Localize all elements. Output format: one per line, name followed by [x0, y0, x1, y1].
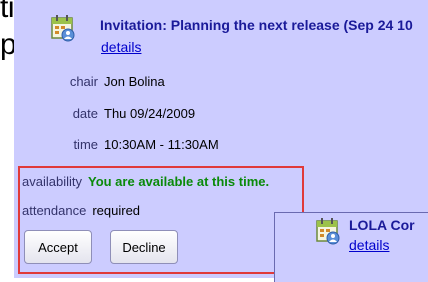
event-title: Invitation: Planning the next release (S…	[100, 17, 413, 33]
availability-label: availability	[22, 174, 82, 189]
attendance-label: attendance	[22, 203, 87, 218]
date-value: Thu 09/24/2009	[104, 106, 196, 121]
calendar-icon	[51, 15, 75, 42]
chair-row: chair Jon Bolina	[28, 74, 165, 89]
calendar-icon	[316, 218, 340, 245]
accept-button[interactable]: Accept	[24, 230, 92, 264]
date-label: date	[72, 106, 98, 121]
availability-value: You are available at this time.	[87, 174, 270, 189]
time-value: 10:30AM - 11:30AM	[104, 137, 219, 152]
decline-button[interactable]: Decline	[110, 230, 178, 264]
second-event-popup: LOLA Cor details	[274, 212, 428, 282]
attendance-row: attendance required	[22, 203, 140, 218]
chair-label: chair	[69, 74, 98, 89]
event-header: Invitation: Planning the next release (S…	[100, 15, 428, 35]
event-details-link[interactable]: details	[101, 39, 141, 55]
second-event-title: LOLA Cor	[349, 217, 415, 233]
chair-value: Jon Bolina	[104, 74, 165, 89]
attendance-value: required	[92, 203, 141, 218]
time-label: time	[73, 137, 98, 152]
time-row: time 10:30AM - 11:30AM	[28, 137, 219, 152]
availability-row: availability You are available at this ti…	[22, 174, 269, 189]
date-row: date Thu 09/24/2009	[28, 106, 195, 121]
second-event-details-link[interactable]: details	[349, 237, 389, 253]
